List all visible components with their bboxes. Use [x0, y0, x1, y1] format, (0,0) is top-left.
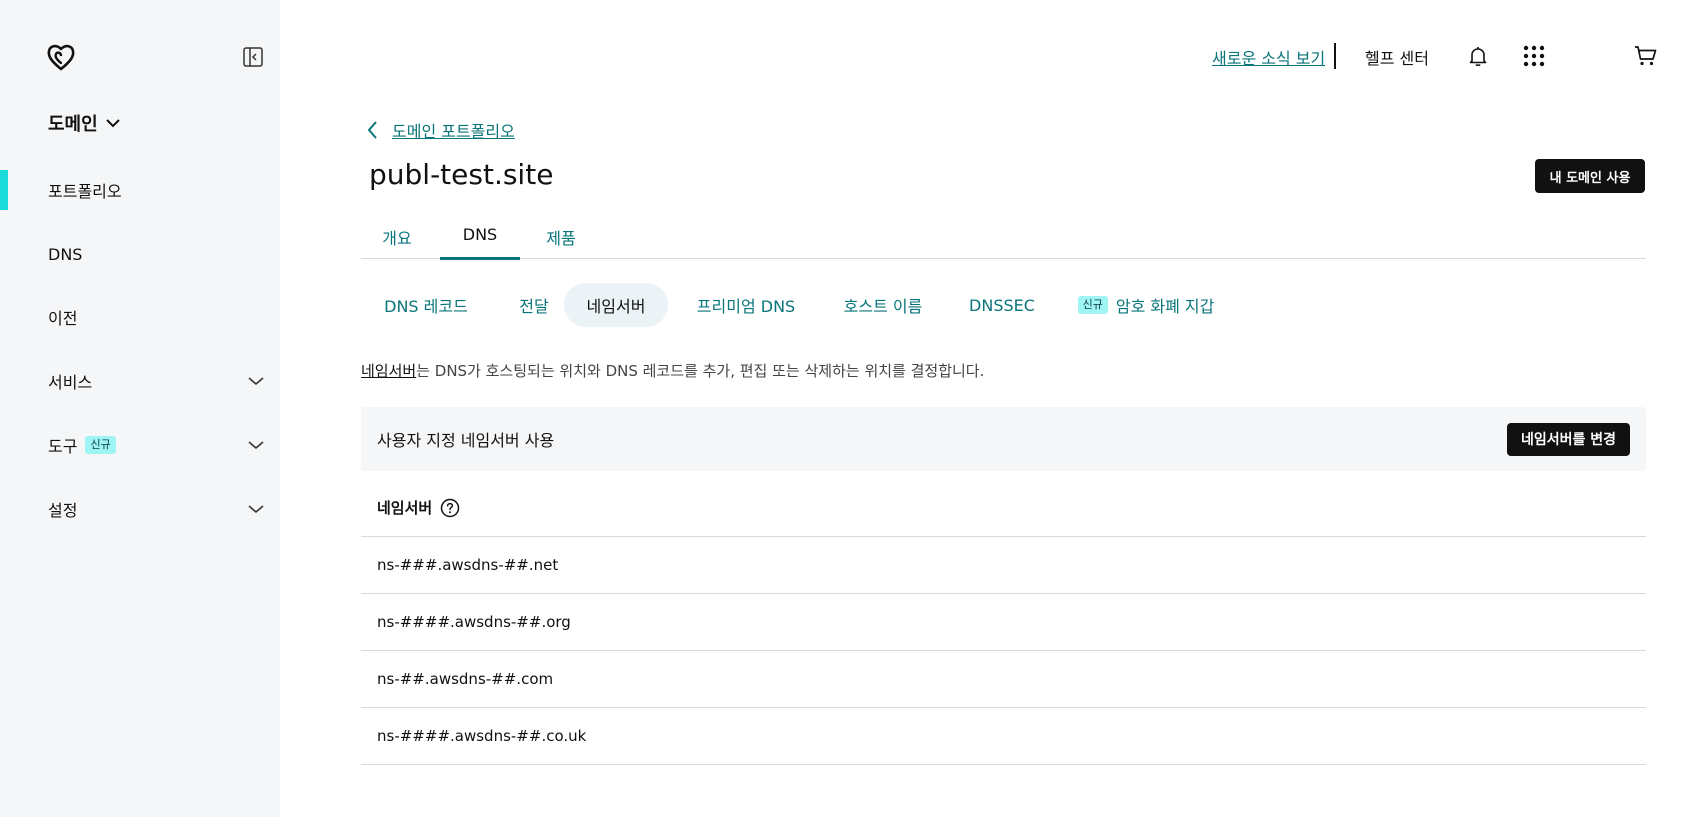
subtab-forwarding[interactable]: 전달 — [498, 283, 570, 327]
change-nameservers-button[interactable]: 네임서버를 변경 — [1506, 422, 1630, 456]
main-tabs: 개요 DNS 제품 — [361, 215, 1646, 260]
domain-section-toggle[interactable]: 도메인 — [48, 110, 120, 136]
cart-icon[interactable] — [1634, 44, 1658, 68]
nameserver-table: ns-###.awsdns-##.net ns-####.awsdns-##.o… — [361, 536, 1646, 765]
nameserver-value: ns-####.awsdns-##.org — [377, 613, 571, 631]
nameserver-header-label: 네임서버 — [377, 499, 433, 517]
chevron-down-icon — [248, 505, 264, 514]
table-row: ns-##.awsdns-##.com — [361, 651, 1646, 708]
table-row: ns-####.awsdns-##.org — [361, 594, 1646, 651]
help-center-link[interactable]: 헬프 센터 — [1365, 45, 1429, 69]
chevron-left-icon — [368, 121, 377, 139]
whats-new-link[interactable]: 새로운 소식 보기 — [1212, 45, 1325, 69]
sidebar-item-label: 포트폴리오 — [48, 182, 122, 201]
tab-label: DNS — [462, 225, 498, 244]
sidebar-item-label: 설정 — [48, 501, 78, 520]
nameserver-table-header: 네임서버 — [377, 497, 460, 518]
section-title: 도메인 — [48, 114, 98, 135]
subtab-dnssec[interactable]: DNSSEC — [952, 283, 1052, 327]
sidebar-item-transfer[interactable]: 이전 — [0, 297, 280, 337]
subtab-label: DNS 레코드 — [384, 297, 468, 316]
nameserver-value: ns-##.awsdns-##.com — [377, 670, 554, 688]
sidebar-item-label: 이전 — [48, 309, 78, 328]
collapse-sidebar-icon[interactable] — [243, 47, 263, 67]
breadcrumb[interactable]: 도메인 포트폴리오 — [368, 118, 515, 142]
help-circle-icon[interactable] — [440, 498, 460, 518]
sidebar: 도메인 포트폴리오 DNS 이전 서비스 도구 신규 설정 — [0, 0, 280, 817]
new-badge: 신규 — [85, 435, 116, 455]
new-badge: 신규 — [1077, 295, 1108, 315]
subtab-label: 호스트 이름 — [843, 297, 923, 316]
sidebar-item-tools[interactable]: 도구 신규 — [0, 425, 280, 465]
table-row: ns-####.awsdns-##.co.uk — [361, 708, 1646, 765]
subtab-label: 암호 화폐 지갑 — [1115, 297, 1215, 316]
nameserver-help-link[interactable]: 네임서버 — [361, 362, 416, 380]
tab-label: 개요 — [382, 229, 412, 248]
use-my-domain-button[interactable]: 내 도메인 사용 — [1535, 159, 1645, 193]
sidebar-item-label: 서비스 — [48, 373, 93, 392]
custom-nameserver-label: 사용자 지정 네임서버 사용 — [377, 431, 555, 450]
subtab-nameservers[interactable]: 네임서버 — [564, 283, 668, 327]
sidebar-item-dns[interactable]: DNS — [0, 234, 280, 274]
subtab-hostnames[interactable]: 호스트 이름 — [823, 283, 943, 327]
domain-portfolio-link[interactable]: 도메인 포트폴리오 — [392, 118, 515, 142]
subtab-dns-records[interactable]: DNS 레코드 — [361, 283, 491, 327]
subtab-crypto-wallet[interactable]: 신규 암호 화폐 지갑 — [1061, 283, 1231, 327]
apps-grid-icon[interactable] — [1522, 44, 1546, 68]
sidebar-item-label: 도구 — [48, 437, 78, 456]
nameserver-value: ns-###.awsdns-##.net — [377, 556, 559, 574]
custom-nameserver-panel: 사용자 지정 네임서버 사용 네임서버를 변경 — [361, 407, 1646, 471]
sidebar-item-label: DNS — [48, 244, 83, 264]
nameserver-description: 네임서버는 DNS가 호스팅되는 위치와 DNS 레코드를 추가, 편집 또는 … — [361, 360, 984, 381]
subtab-label: 전달 — [519, 297, 549, 316]
page-title: publ-test.site — [369, 158, 554, 191]
header-divider — [1334, 43, 1336, 69]
tab-products[interactable]: 제품 — [542, 215, 580, 259]
chevron-down-icon — [248, 377, 264, 386]
subtab-label: 네임서버 — [586, 297, 646, 316]
subtab-label: DNSSEC — [969, 295, 1035, 315]
tab-dns[interactable]: DNS — [440, 215, 520, 260]
nameserver-value: ns-####.awsdns-##.co.uk — [377, 727, 587, 745]
subtab-premium-dns[interactable]: 프리미엄 DNS — [676, 283, 816, 327]
sidebar-item-settings[interactable]: 설정 — [0, 489, 280, 529]
tab-label: 제품 — [546, 229, 576, 248]
godaddy-logo-icon[interactable] — [46, 43, 76, 71]
bell-icon[interactable] — [1466, 44, 1490, 68]
chevron-down-icon — [248, 441, 264, 450]
table-row: ns-###.awsdns-##.net — [361, 537, 1646, 594]
description-text: 는 DNS가 호스팅되는 위치와 DNS 레코드를 추가, 편집 또는 삭제하는… — [416, 362, 985, 380]
sidebar-item-services[interactable]: 서비스 — [0, 361, 280, 401]
tab-overview[interactable]: 개요 — [378, 215, 416, 259]
sidebar-item-portfolio[interactable]: 포트폴리오 — [0, 170, 280, 210]
subtab-label: 프리미엄 DNS — [696, 297, 796, 316]
chevron-down-icon — [105, 119, 120, 128]
